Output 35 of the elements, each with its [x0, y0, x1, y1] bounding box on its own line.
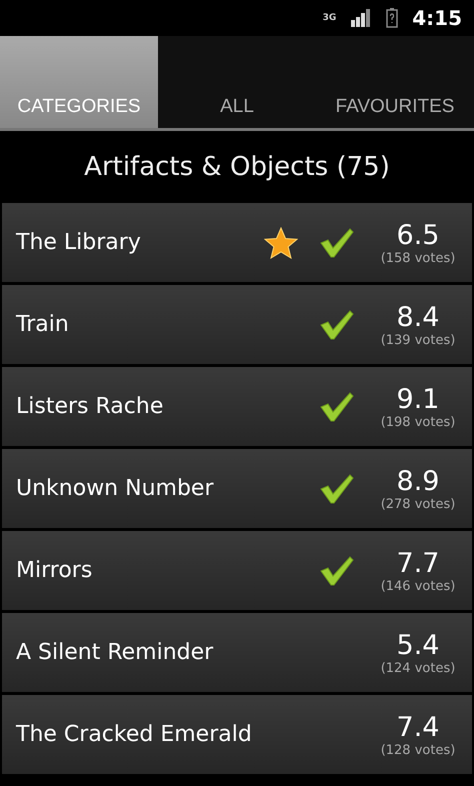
vote-count: (139 votes): [380, 332, 456, 348]
item-title: Train: [16, 312, 70, 337]
battery-icon: [386, 8, 398, 28]
item-title: The Cracked Emerald: [16, 722, 253, 747]
vote-count: (128 votes): [380, 742, 456, 758]
list-item[interactable]: Listers Rache 9.1 (198 votes): [2, 367, 472, 446]
vote-count: (278 votes): [380, 496, 456, 512]
network-type: 3G: [322, 14, 336, 22]
item-title: Unknown Number: [16, 476, 214, 501]
score: 8.4: [396, 302, 440, 332]
vote-count: (198 votes): [380, 414, 456, 430]
score: 6.5: [396, 220, 440, 250]
score: 5.4: [396, 630, 440, 660]
vote-count: (146 votes): [380, 578, 456, 594]
signal-icon: [350, 9, 372, 27]
list-item[interactable]: The Cracked Emerald 7.4 (128 votes): [2, 695, 472, 774]
category-title: Artifacts & Objects (75): [84, 152, 390, 182]
item-title: The Library: [16, 230, 142, 255]
score: 8.9: [396, 466, 440, 496]
tab[interactable]: ALL: [158, 36, 316, 128]
list-item[interactable]: Mirrors 7.7 (146 votes): [2, 531, 472, 610]
list-item[interactable]: The Library 6.5 (158 votes): [2, 203, 472, 282]
score: 7.4: [396, 712, 440, 742]
list-item[interactable]: Train 8.4 (139 votes): [2, 285, 472, 364]
item-title: Mirrors: [16, 558, 94, 583]
list-item[interactable]: Unknown Number 8.9 (278 votes): [2, 449, 472, 528]
score: 7.7: [396, 548, 440, 578]
vote-count: (124 votes): [380, 660, 456, 676]
list-item[interactable]: A Silent Reminder 5.4 (124 votes): [2, 613, 472, 692]
tab[interactable]: FAVOURITES: [316, 36, 474, 128]
vote-count: (158 votes): [380, 250, 456, 266]
item-title: Listers Rache: [16, 394, 164, 419]
clock: 4:15: [412, 6, 462, 30]
item-title: A Silent Reminder: [16, 640, 214, 665]
score: 9.1: [396, 384, 440, 414]
